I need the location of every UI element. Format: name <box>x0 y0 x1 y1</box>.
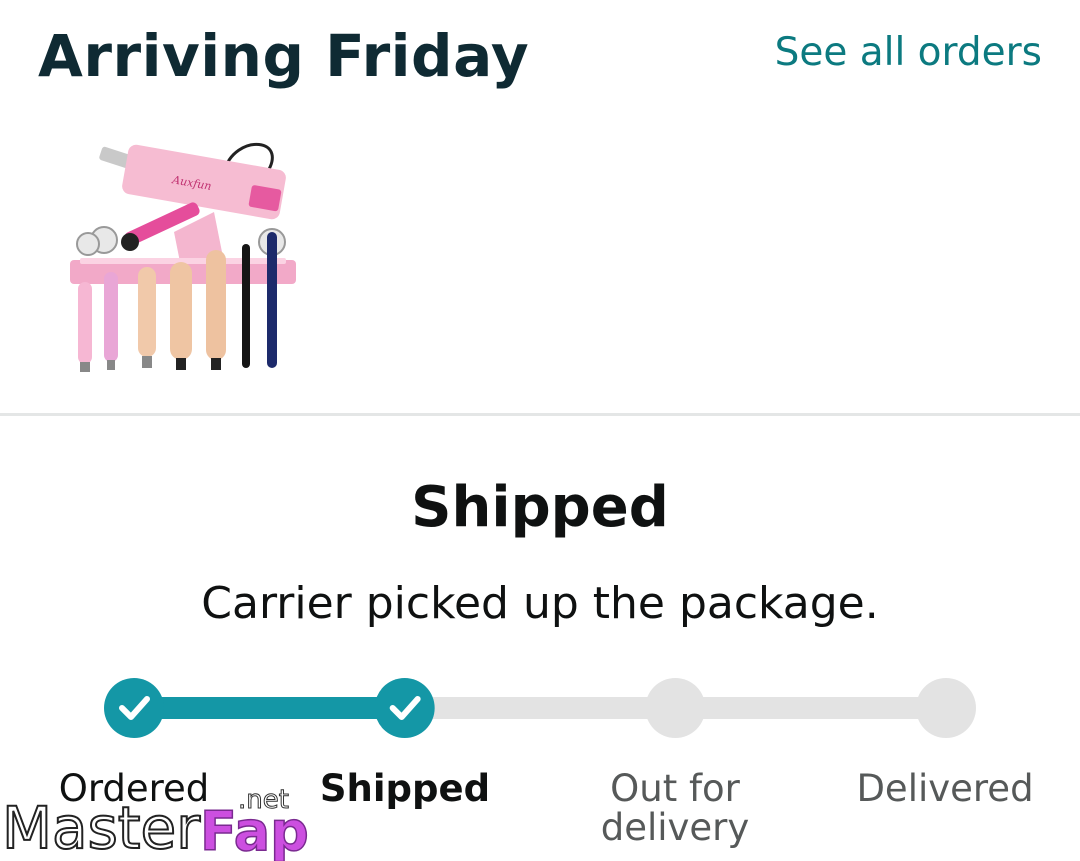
progress-track <box>104 678 976 738</box>
step-dot-2 <box>645 678 706 738</box>
step-label-shipped: Shipped <box>319 767 491 810</box>
step-dot-0 <box>104 678 164 738</box>
arrival-title: Arriving Friday <box>38 22 530 90</box>
see-all-orders-link[interactable]: See all orders <box>775 30 1042 75</box>
shipment-status-subtitle: Carrier picked up the package. <box>201 578 879 629</box>
section-divider <box>0 413 1080 416</box>
step-label-delivered: Delivered <box>856 767 1034 810</box>
shipment-status-title: Shipped <box>411 475 669 540</box>
svg-text:Master: Master <box>2 794 200 861</box>
order-header: Arriving Friday See all orders <box>0 0 1080 110</box>
shipment-progress-tracker <box>0 660 1080 760</box>
product-thumbnail-icon[interactable]: Auxfun <box>64 132 310 382</box>
step-dot-3 <box>916 678 976 738</box>
order-tracking-page: Arriving Friday See all orders Auxfun Sh… <box>0 0 1080 861</box>
svg-text:.net: .net <box>238 785 289 815</box>
step-label-out-for-delivery: Out for delivery <box>600 767 750 849</box>
step-dot-1 <box>374 678 435 738</box>
watermark-logo: Master Fap .net <box>1 785 310 861</box>
